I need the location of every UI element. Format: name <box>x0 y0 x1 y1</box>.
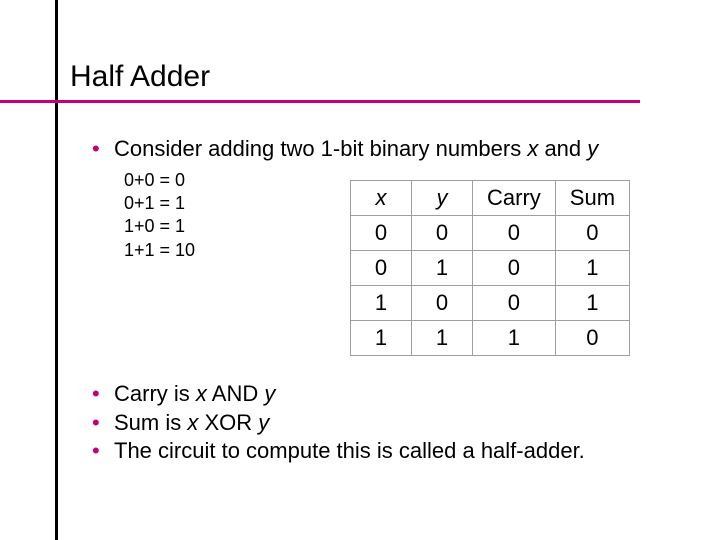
cell: 0 <box>555 321 629 356</box>
table-row: 0 1 0 1 <box>351 251 630 286</box>
text: and <box>538 136 587 161</box>
text: XOR <box>198 410 258 435</box>
th-x: x <box>351 181 412 216</box>
var-y: y <box>587 136 598 161</box>
text: Sum is <box>114 410 187 435</box>
cell: 1 <box>351 286 412 321</box>
cell: 1 <box>412 321 473 356</box>
bullet-sum: Sum is x XOR y <box>92 409 652 438</box>
table-row: 1 0 0 1 <box>351 286 630 321</box>
horizontal-rule <box>0 100 640 103</box>
var-y: y <box>264 381 275 406</box>
cell: 1 <box>351 321 412 356</box>
bullet-list-bottom: Carry is x AND y Sum is x XOR y The circ… <box>92 380 652 466</box>
var-y: y <box>258 410 269 435</box>
cell: 0 <box>555 216 629 251</box>
cell: 0 <box>351 251 412 286</box>
bullet-circuit: The circuit to compute this is called a … <box>92 437 652 466</box>
cell: 1 <box>412 251 473 286</box>
var-x: x <box>196 381 207 406</box>
cell: 0 <box>351 216 412 251</box>
cell: 1 <box>555 286 629 321</box>
cell: 1 <box>555 251 629 286</box>
var-x: x <box>527 136 538 161</box>
truth-table: x y Carry Sum 0 0 0 0 0 1 0 1 1 0 0 1 1 … <box>350 180 630 356</box>
table-row: 0 0 0 0 <box>351 216 630 251</box>
vertical-rule <box>55 0 58 540</box>
slide: Half Adder Consider adding two 1-bit bin… <box>0 0 720 540</box>
th-y: y <box>412 181 473 216</box>
text: AND <box>207 381 264 406</box>
text: Consider adding two 1-bit binary numbers <box>114 136 527 161</box>
table-header-row: x y Carry Sum <box>351 181 630 216</box>
th-sum: Sum <box>555 181 629 216</box>
title-block: Half Adder <box>70 60 640 103</box>
cell: 0 <box>412 216 473 251</box>
bullet-carry: Carry is x AND y <box>92 380 652 409</box>
th-carry: Carry <box>473 181 556 216</box>
cell: 0 <box>412 286 473 321</box>
cell: 0 <box>473 216 556 251</box>
cell: 0 <box>473 251 556 286</box>
cell: 0 <box>473 286 556 321</box>
slide-title: Half Adder <box>70 60 640 94</box>
var-x: x <box>187 410 198 435</box>
text: Carry is <box>114 381 196 406</box>
table-row: 1 1 1 0 <box>351 321 630 356</box>
cell: 1 <box>473 321 556 356</box>
